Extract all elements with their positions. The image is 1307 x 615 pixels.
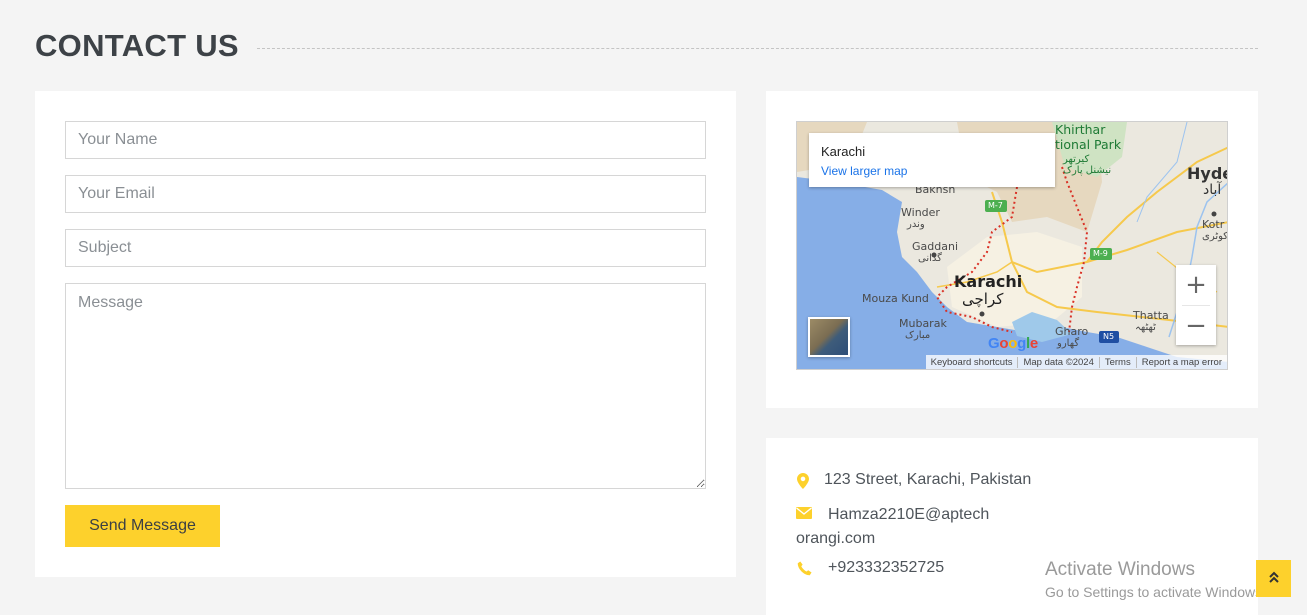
email-line-1: Hamza2210E@aptech <box>828 506 990 523</box>
email-text: Hamza2210E@aptech orangi.com <box>796 503 1016 551</box>
map-label-thatta: Thatta <box>1133 309 1169 322</box>
map-label-gaddani: Gaddani <box>912 240 958 253</box>
send-message-button[interactable]: Send Message <box>65 505 220 547</box>
keyboard-shortcuts-link[interactable]: Keyboard shortcuts <box>926 357 1018 368</box>
page-title: CONTACT US <box>35 28 239 63</box>
map-attribution: Keyboard shortcuts Map data ©2024 Terms … <box>925 355 1227 369</box>
view-larger-map-link[interactable]: View larger map <box>821 164 1043 178</box>
infobox-title: Karachi <box>821 144 866 159</box>
map-label-gharo: Gharo <box>1055 325 1089 338</box>
report-map-error-link[interactable]: Report a map error <box>1135 356 1227 368</box>
activate-windows-title: Activate Windows <box>1045 559 1195 580</box>
zoom-in-button[interactable]: + <box>1176 265 1216 305</box>
activate-windows-watermark: Activate Windows Go to Settings to activ… <box>1045 559 1266 600</box>
map-marker-icon <box>796 471 810 489</box>
map-label-khirthar-ur: کیرتھر نیشنل پارک <box>1063 154 1112 176</box>
zoom-control: + − <box>1176 265 1216 345</box>
map-label-gharo-ur: گھارو <box>1057 338 1080 349</box>
map-label-kotri-ur: کوٹری <box>1202 231 1228 242</box>
map-label-mubarak: Mubarak <box>899 317 947 330</box>
email-input[interactable] <box>65 175 706 213</box>
map-card: Khirthar tional Park کیرتھر نیشنل پارک H… <box>766 91 1258 408</box>
map-label-khirthar-1: Khirthar <box>1055 122 1106 137</box>
map-label-gaddani-ur: گڈانی <box>918 253 942 264</box>
back-to-top-button[interactable] <box>1256 560 1291 597</box>
phone-row: +923332352725 <box>796 559 944 577</box>
map-label-hyde-ur: آباد <box>1203 182 1222 198</box>
map-label-winder-ur: وندر <box>907 219 925 230</box>
map-label-kotri: Kotr <box>1202 218 1225 231</box>
contact-form-card: Send Message <box>35 91 736 577</box>
message-textarea[interactable] <box>65 283 706 489</box>
map-label-khirthar-2: tional Park <box>1055 137 1122 152</box>
satellite-toggle-button[interactable] <box>808 317 850 357</box>
map-label-karachi-ur: کراچی <box>962 290 1004 308</box>
map-label-thatta-ur: ٹھٹھہ <box>1135 322 1156 333</box>
google-logo: Google <box>988 335 1038 352</box>
address-text: 123 Street, Karachi, Pakistan <box>824 471 1032 488</box>
highway-m7-shield: M-7 <box>988 201 1003 210</box>
terms-link[interactable]: Terms <box>1098 356 1136 368</box>
map-label-karachi: Karachi <box>954 272 1023 291</box>
phone-icon <box>796 559 812 576</box>
map-infobox: Karachi View larger map <box>809 133 1055 187</box>
map-data-text: Map data ©2024 <box>1017 356 1098 368</box>
zoom-out-button[interactable]: − <box>1176 306 1216 346</box>
map-label-winder: Winder <box>901 206 940 219</box>
map-label-mubarak-ur: مبارک <box>905 330 931 341</box>
name-input[interactable] <box>65 121 706 159</box>
heading-divider <box>256 47 1258 49</box>
highway-n5-shield: N5 <box>1103 332 1115 341</box>
map-label-hyde: Hyde <box>1187 164 1227 183</box>
embedded-map[interactable]: Khirthar tional Park کیرتھر نیشنل پارک H… <box>796 121 1228 370</box>
email-line-2: orangi.com <box>796 530 876 547</box>
subject-input[interactable] <box>65 229 706 267</box>
address-row: 123 Street, Karachi, Pakistan <box>796 471 1031 489</box>
section-heading: CONTACT US <box>35 28 1258 64</box>
phone-text: +923332352725 <box>828 559 945 576</box>
double-chevron-up-icon <box>1268 570 1279 588</box>
highway-m9-shield: M-9 <box>1093 249 1108 258</box>
activate-windows-subtitle: Go to Settings to activate Windows. <box>1045 584 1266 600</box>
map-label-mouza-kund: Mouza Kund <box>862 292 929 305</box>
